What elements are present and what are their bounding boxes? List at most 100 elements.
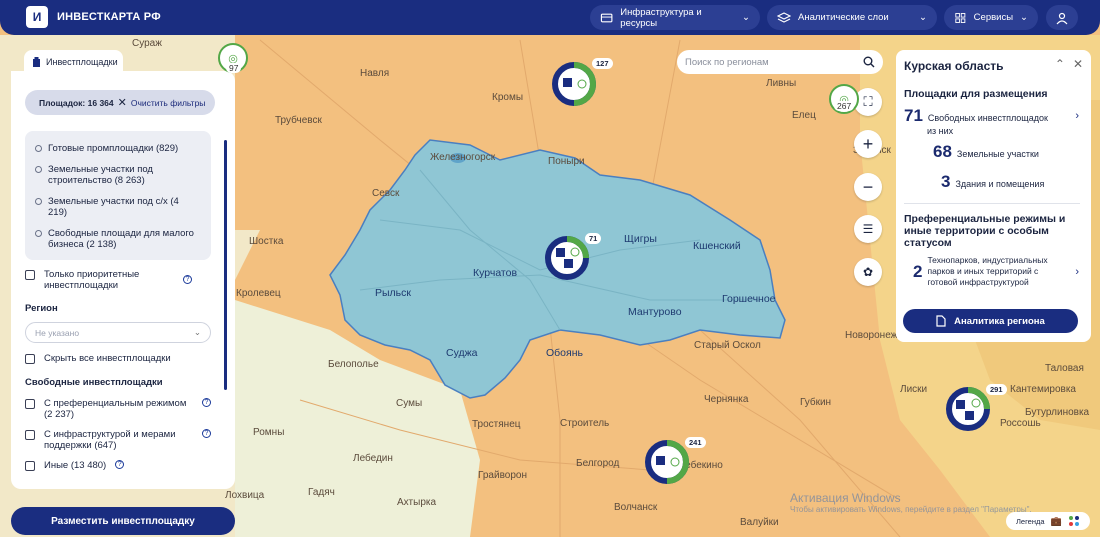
radio-button[interactable] xyxy=(35,166,42,173)
map-label: Кролевец xyxy=(236,288,281,299)
cluster-marker[interactable]: 241 xyxy=(645,437,706,484)
option-label: Готовые промплощадки (829) xyxy=(48,143,179,154)
cluster-ring xyxy=(946,387,990,431)
site-type-option[interactable]: Земельные участки под с/х (4 219) xyxy=(35,196,185,218)
region-select[interactable]: Не указано ⌄ xyxy=(25,322,211,343)
map-label: Лохвица xyxy=(225,490,265,501)
map-label: Белополье xyxy=(328,359,379,370)
help-icon[interactable]: ? xyxy=(183,275,192,284)
radio-button[interactable] xyxy=(35,198,42,205)
radio-button[interactable] xyxy=(35,230,42,237)
map-label: Бутурлиновка xyxy=(1025,407,1090,418)
help-icon[interactable]: ? xyxy=(202,398,211,407)
layers-icon xyxy=(777,11,791,23)
map-label: Грайворон xyxy=(478,470,527,481)
menu-analytics[interactable]: Аналитические слои ⌄ xyxy=(767,5,937,30)
free-filter-other[interactable]: Иные (13 480) ? xyxy=(25,460,125,471)
map-label: Таловая xyxy=(1045,363,1084,374)
region-analytics-button[interactable]: Аналитика региона xyxy=(903,309,1078,333)
hide-all-filter[interactable]: Скрыть все инвестплощадки xyxy=(25,353,171,364)
option-label: Земельные участки под строительство (8 2… xyxy=(48,164,153,186)
map-label: Валуйки xyxy=(740,517,779,528)
cluster-marker[interactable]: 71 xyxy=(545,233,602,280)
site-type-option[interactable]: Земельные участки под строительство (8 2… xyxy=(35,164,185,186)
checkbox-label: С инфраструктурой и мерами поддержки (64… xyxy=(44,429,176,451)
menu-label: Аналитические слои xyxy=(798,12,889,23)
pref-row[interactable]: 2 Технопарков, индустриальных парков и и… xyxy=(913,255,1078,288)
map-label: Горшечное xyxy=(722,293,776,305)
help-icon[interactable]: ? xyxy=(115,460,125,469)
menu-services[interactable]: Сервисы ⌄ xyxy=(944,5,1038,30)
zoom-out-button[interactable]: − xyxy=(854,173,882,201)
map-label: Россошь xyxy=(1000,418,1041,429)
checkbox[interactable] xyxy=(25,399,35,409)
region-info-panel: Курская область ⌃ ✕ Площадки для размещен… xyxy=(896,50,1091,342)
close-icon[interactable]: ✕ xyxy=(118,96,127,109)
buildings-row: 3 Здания и помещения xyxy=(941,172,1044,192)
legend-button[interactable]: Легенда 💼 xyxy=(1006,512,1090,530)
collapse-icon[interactable]: ⌃ xyxy=(1055,57,1065,71)
free-filter-infrastructure[interactable]: С инфраструктурой и мерами поддержки (64… xyxy=(25,429,211,451)
app-root: Сураж Навля Кромы Трубчевск Железногорск… xyxy=(0,0,1100,537)
site-type-option[interactable]: Готовые промплощадки (829) xyxy=(35,143,178,154)
brand-title[interactable]: ИНВЕСТКАРТА РФ xyxy=(57,11,161,23)
map-label: Строитель xyxy=(560,418,610,429)
site-type-list: Готовые промплощадки (829) Земельные уча… xyxy=(25,131,211,260)
radio-button[interactable] xyxy=(35,145,42,152)
buildings-count: 3 xyxy=(941,172,951,191)
checkbox[interactable] xyxy=(25,270,35,280)
map-label: Поныри xyxy=(548,156,585,167)
share-button[interactable]: ✿ xyxy=(854,258,882,286)
map-label: Железногорск xyxy=(430,152,496,163)
filter-button[interactable]: ☰ xyxy=(854,215,882,243)
menu-infrastructure[interactable]: Инфраструктура и ресурсы ⌄ xyxy=(590,5,760,30)
free-heading: Свободные инвестплощадки xyxy=(25,377,163,388)
map-label: Кромы xyxy=(492,92,524,103)
search-icon[interactable] xyxy=(863,56,875,68)
close-icon[interactable]: ✕ xyxy=(1073,57,1083,71)
plot-count: Площадок: 16 364 xyxy=(39,97,114,108)
cluster-ring xyxy=(645,440,689,484)
pref-heading: Преференциальные режимы и иные территори… xyxy=(904,213,1066,249)
free-sites-row[interactable]: 71 Свободных инвестплощадок xyxy=(904,106,1048,126)
map-label: Ахтырка xyxy=(397,497,437,508)
user-icon xyxy=(1056,12,1068,24)
priority-filter[interactable]: Только приоритетные инвестплощадки ? xyxy=(25,269,211,291)
map-label: Трубчевск xyxy=(275,115,322,126)
land-label: Земельные участки xyxy=(956,149,1039,159)
cluster-count: 127 xyxy=(592,58,613,69)
checkbox[interactable] xyxy=(25,430,35,440)
zoom-in-button[interactable]: + xyxy=(854,130,882,158)
help-icon[interactable]: ? xyxy=(202,429,211,438)
clear-filters-link[interactable]: Очистить фильтры xyxy=(131,98,206,108)
place-site-button[interactable]: Разместить инвестплощадку xyxy=(11,507,235,535)
map-label: Сураж xyxy=(132,38,162,49)
logo-icon[interactable]: И xyxy=(26,6,48,28)
legend-label: Легенда xyxy=(1016,516,1045,526)
map-label: Чернянка xyxy=(704,394,749,405)
checkbox[interactable] xyxy=(25,461,35,471)
profile-button[interactable] xyxy=(1046,5,1078,30)
cluster-marker[interactable]: 291 xyxy=(946,384,1007,431)
menu-label: Сервисы xyxy=(973,12,1014,23)
chevron-right-icon[interactable]: › xyxy=(1075,266,1079,278)
map-label: Рыльск xyxy=(375,287,411,299)
map-label: Кантемировка xyxy=(1010,384,1076,395)
region-heading: Регион xyxy=(25,303,58,314)
checkbox-label: Скрыть все инвестплощадки xyxy=(44,353,171,364)
cluster-count: 71 xyxy=(585,233,602,244)
windows-watermark: Активация Windows xyxy=(790,491,901,505)
region-search-input[interactable]: Поиск по регионам xyxy=(677,50,883,74)
checkbox-label: Иные (13 480) xyxy=(44,460,107,471)
cluster-marker[interactable]: 127 xyxy=(552,58,613,106)
site-type-option[interactable]: Свободные площади для малого бизнеса (2 … xyxy=(35,228,205,250)
select-placeholder: Не указано xyxy=(35,327,80,338)
pref-label: Технопарков, индустриальных парков и ины… xyxy=(927,255,1048,287)
free-filter-preferential[interactable]: С преференциальным режимом (2 237) ? xyxy=(25,398,211,420)
chevron-right-icon[interactable]: › xyxy=(1075,110,1079,122)
scrollbar[interactable] xyxy=(224,140,227,390)
cluster-count: 291 xyxy=(986,384,1007,395)
checkbox[interactable] xyxy=(25,354,35,364)
free-count: 71 xyxy=(904,106,923,125)
map-label: Щигры xyxy=(624,233,657,245)
